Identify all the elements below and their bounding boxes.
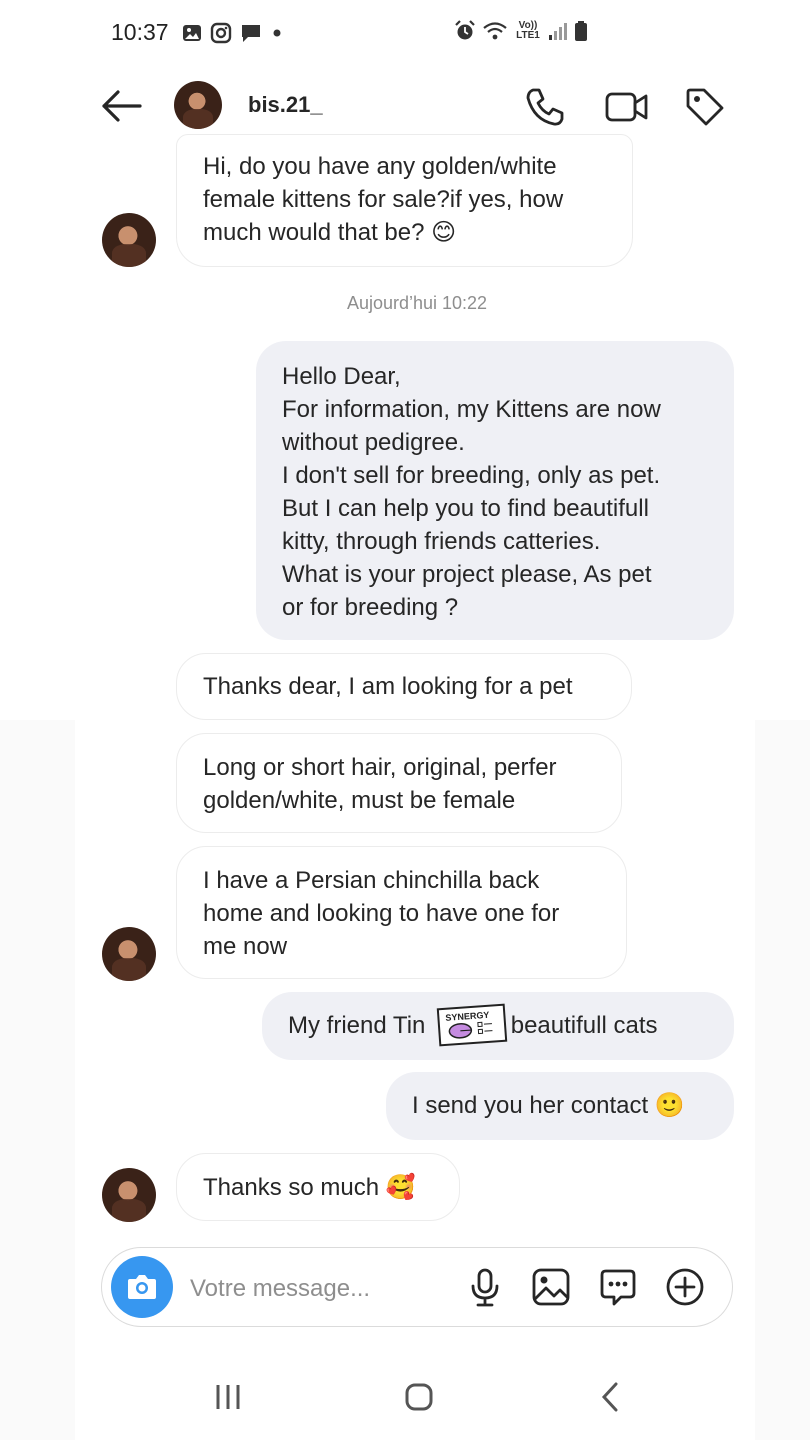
add-icon[interactable] xyxy=(664,1266,706,1308)
sticker-text: SYNERGY xyxy=(445,1010,490,1023)
chat-icon xyxy=(242,25,260,42)
message-bubble-incoming[interactable]: Thanks dear, I am looking for a pet xyxy=(176,653,632,720)
back-arrow-icon[interactable] xyxy=(100,88,144,124)
sticker-icon[interactable] xyxy=(597,1266,639,1308)
network-label: Vo)) LTE1 xyxy=(516,20,540,41)
message-bubble-incoming[interactable]: I have a Persian chinchilla back home an… xyxy=(176,846,627,979)
message-bubble-incoming[interactable]: Hi, do you have any golden/white female … xyxy=(176,134,633,267)
chat-username[interactable]: bis.21_ xyxy=(248,92,323,118)
camera-icon xyxy=(128,1275,156,1299)
sender-avatar[interactable] xyxy=(102,927,156,981)
sender-avatar[interactable] xyxy=(102,213,156,267)
sender-avatar[interactable] xyxy=(102,1168,156,1222)
camera-button[interactable] xyxy=(111,1256,173,1318)
home-icon[interactable] xyxy=(389,1372,449,1422)
message-composer xyxy=(101,1247,733,1327)
gallery-icon xyxy=(183,25,201,41)
message-bubble-outgoing[interactable]: Hello Dear, For information, my Kittens … xyxy=(256,341,734,640)
background-panel-left xyxy=(0,720,75,1440)
instagram-icon xyxy=(210,22,232,44)
background-panel-right xyxy=(755,720,810,1440)
tag-icon[interactable] xyxy=(684,86,726,128)
phone-icon[interactable] xyxy=(524,86,566,128)
image-icon[interactable] xyxy=(530,1266,572,1308)
synergy-sticker: SYNERGY xyxy=(436,1003,508,1047)
message-bubble-incoming[interactable]: Long or short hair, original, perfer gol… xyxy=(176,733,622,833)
header-avatar[interactable] xyxy=(174,81,222,129)
message-timestamp: Aujourd’hui 10:22 xyxy=(346,293,488,313)
status-time: 10:37 xyxy=(111,19,169,45)
recent-apps-icon[interactable] xyxy=(198,1372,258,1422)
battery-icon xyxy=(575,21,587,41)
back-nav-icon[interactable] xyxy=(580,1372,640,1422)
video-icon[interactable] xyxy=(604,86,650,128)
message-bubble-outgoing[interactable]: I send you her contact 🙂 xyxy=(386,1072,734,1140)
signal-icon xyxy=(549,23,567,40)
sticker-graphic: SYNERGY xyxy=(445,1010,493,1039)
message-input[interactable] xyxy=(188,1270,452,1308)
system-nav-bar xyxy=(0,1360,810,1440)
message-bubble-incoming[interactable]: Thanks so much 🥰 xyxy=(176,1153,460,1221)
alarm-icon xyxy=(455,20,475,40)
microphone-icon[interactable] xyxy=(464,1266,506,1308)
status-icons-right: Vo)) LTE1 xyxy=(454,20,588,42)
wifi-icon xyxy=(483,22,507,40)
status-bar: 10:37 Vo)) LTE1 xyxy=(0,0,810,66)
dot-icon xyxy=(273,29,281,37)
status-icons-left xyxy=(182,22,284,44)
